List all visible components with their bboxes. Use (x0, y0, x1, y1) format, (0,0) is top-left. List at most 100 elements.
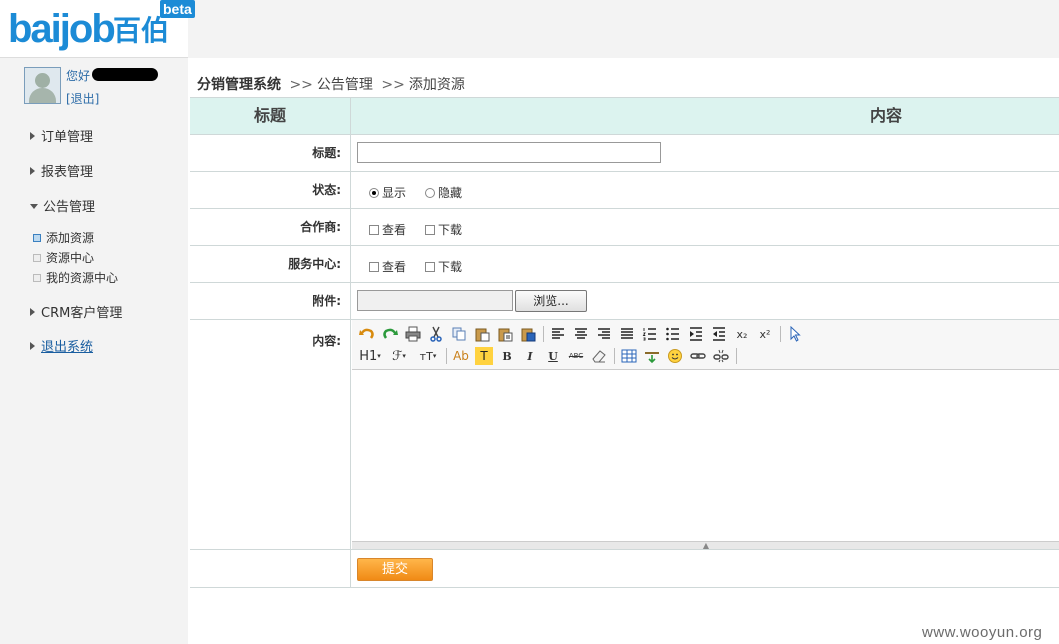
sidebar-item-label: CRM客户管理 (41, 306, 123, 321)
row-partner: 合作商: 查看 下载 (190, 209, 1059, 246)
beta-badge: beta (160, 0, 195, 18)
sidebar-subitem-add-resource[interactable]: 添加资源 (33, 229, 94, 246)
file-path-field[interactable] (357, 290, 513, 311)
ordered-list-icon[interactable] (641, 325, 659, 343)
align-justify-icon[interactable] (618, 325, 636, 343)
status-hide-label: 隐藏 (438, 186, 463, 200)
sidebar-item-reports[interactable]: 报表管理 (30, 161, 93, 180)
radio-checked-icon (369, 188, 379, 198)
partner-view-label: 查看 (382, 223, 407, 237)
chevron-right-icon (30, 132, 35, 140)
sidebar-item-label: 公告管理 (43, 200, 96, 215)
align-right-icon[interactable] (595, 325, 613, 343)
chevron-right-icon (30, 342, 35, 350)
toolbar-divider (543, 326, 544, 342)
sidebar-item-orders[interactable]: 订单管理 (30, 126, 93, 145)
unordered-list-icon[interactable] (664, 325, 682, 343)
paste-word-icon[interactable] (519, 325, 537, 343)
heading-dropdown[interactable]: H1 ▾ (358, 347, 382, 365)
sidebar-item-crm[interactable]: CRM客户管理 (30, 302, 122, 321)
status-show-radio[interactable]: 显示 (369, 184, 406, 201)
sidebar-item-announcements[interactable]: 公告管理 (30, 196, 95, 215)
service-label: 服务中心: (190, 246, 351, 282)
partner-view-checkbox[interactable]: 查看 (369, 221, 406, 238)
outdent-icon[interactable] (710, 325, 728, 343)
chevron-right-icon (30, 167, 35, 175)
breadcrumb-section[interactable]: 公告管理 (317, 77, 373, 93)
breadcrumb: 分销管理系统 >> 公告管理 >> 添加资源 (197, 74, 465, 94)
eraser-icon[interactable] (590, 347, 608, 365)
row-content: 内容: x₂ x² H1 ▾ ℱ ▾ тT ▾ Ab T B I U ABC ▲ (190, 320, 1059, 550)
breadcrumb-system[interactable]: 分销管理系统 (197, 77, 281, 93)
bullet-icon (33, 274, 41, 282)
redo-icon[interactable] (381, 325, 399, 343)
superscript-button[interactable]: x² (756, 325, 774, 343)
logout-link[interactable]: [退出] (66, 90, 99, 107)
chevron-right-icon (30, 308, 35, 316)
underline-button[interactable]: U (544, 347, 562, 365)
sidebar-subitem-label: 我的资源中心 (46, 271, 119, 285)
logo-name-cn: 百伯 (113, 14, 170, 47)
partner-download-checkbox[interactable]: 下载 (425, 221, 462, 238)
rich-text-editor: x₂ x² H1 ▾ ℱ ▾ тT ▾ Ab T B I U ABC ▲ (352, 320, 1059, 550)
emoticon-icon[interactable] (666, 347, 684, 365)
toolbar-divider (446, 348, 447, 364)
sidebar-subitem-my-resource-center[interactable]: 我的资源中心 (33, 269, 118, 286)
sidebar-item-label: 退出系统 (41, 340, 94, 355)
toolbar-divider (614, 348, 615, 364)
title-input[interactable] (357, 142, 661, 163)
table-icon[interactable] (620, 347, 638, 365)
italic-button[interactable]: I (521, 347, 539, 365)
paste-icon[interactable] (473, 325, 491, 343)
user-box: 您好 [退出] (24, 67, 184, 107)
status-hide-radio[interactable]: 隐藏 (425, 184, 462, 201)
service-cell: 查看 下载 (352, 246, 1059, 282)
row-service: 服务中心: 查看 下载 (190, 246, 1059, 283)
link-icon[interactable] (689, 347, 707, 365)
select-pointer-icon[interactable] (786, 325, 804, 343)
font-color-button[interactable]: Ab (452, 347, 470, 365)
print-icon[interactable] (404, 325, 422, 343)
font-size-dropdown[interactable]: тT ▾ (416, 347, 440, 365)
submit-label-cell (190, 550, 351, 587)
insert-rule-icon[interactable] (643, 347, 661, 365)
editor-resize-handle[interactable]: ▲ (352, 541, 1059, 550)
paste-text-icon[interactable] (496, 325, 514, 343)
font-family-dropdown[interactable]: ℱ ▾ (387, 347, 411, 365)
logo[interactable]: baijob 百伯 beta (0, 0, 195, 58)
radio-unchecked-icon (425, 188, 435, 198)
submit-cell: 提交 (352, 550, 1059, 587)
strikethrough-button[interactable]: ABC (567, 347, 585, 365)
avatar-head-icon (35, 73, 50, 88)
editor-content-area[interactable] (352, 370, 1059, 540)
submit-button[interactable]: 提交 (357, 558, 433, 581)
partner-cell: 查看 下载 (352, 209, 1059, 245)
avatar-body-icon (29, 88, 56, 103)
row-status: 状态: 显示 隐藏 (190, 172, 1059, 209)
highlight-button[interactable]: T (475, 347, 493, 365)
sidebar-subitem-resource-center[interactable]: 资源中心 (33, 249, 94, 266)
align-center-icon[interactable] (572, 325, 590, 343)
partner-download-label: 下载 (438, 223, 463, 237)
unlink-icon[interactable] (712, 347, 730, 365)
indent-icon[interactable] (687, 325, 705, 343)
watermark: www.wooyun.org (922, 624, 1043, 641)
copy-icon[interactable] (450, 325, 468, 343)
heading-label: H1 (359, 348, 378, 364)
bullet-icon (33, 234, 41, 242)
bold-button[interactable]: B (498, 347, 516, 365)
service-view-checkbox[interactable]: 查看 (369, 258, 406, 275)
service-download-checkbox[interactable]: 下载 (425, 258, 462, 275)
top-band (188, 0, 1059, 58)
align-left-icon[interactable] (549, 325, 567, 343)
browse-button[interactable]: 浏览... (515, 290, 587, 312)
header-content: 内容 (869, 106, 902, 125)
cut-icon[interactable] (427, 325, 445, 343)
breadcrumb-separator: >> (289, 77, 313, 93)
sidebar-item-exit[interactable]: 退出系统 (30, 336, 93, 355)
toolbar-row-2: H1 ▾ ℱ ▾ тT ▾ Ab T B I U ABC (358, 346, 742, 366)
row-submit: 提交 (190, 550, 1059, 588)
undo-icon[interactable] (358, 325, 376, 343)
dropdown-arrow-icon: ▾ (402, 352, 406, 360)
subscript-button[interactable]: x₂ (733, 325, 751, 343)
